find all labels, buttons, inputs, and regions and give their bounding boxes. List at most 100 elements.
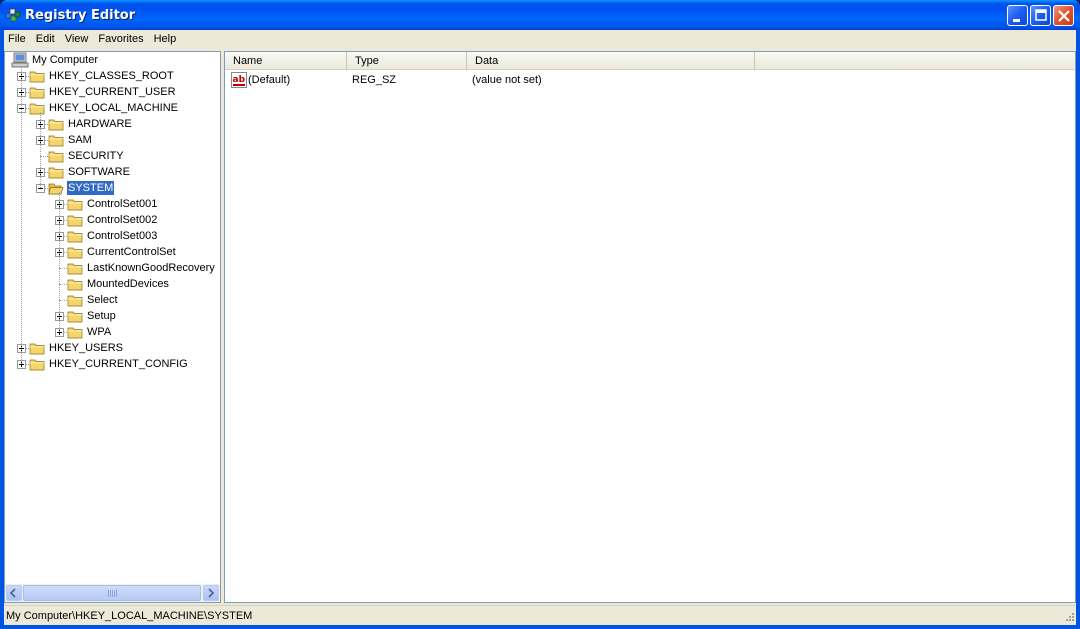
tree-item-label: LastKnownGoodRecovery	[87, 262, 215, 274]
tree-item[interactable]: SOFTWARE	[5, 164, 220, 180]
tree-item[interactable]: Setup	[5, 308, 220, 324]
tree-item-label: HKEY_USERS	[49, 342, 123, 354]
menu-file[interactable]: File	[4, 30, 31, 49]
close-icon	[1058, 10, 1070, 22]
tree-item[interactable]: HKEY_CURRENT_CONFIG	[5, 356, 220, 372]
tree-item[interactable]: HKEY_LOCAL_MACHINE	[5, 100, 220, 116]
column-header-type[interactable]: Type	[347, 52, 467, 70]
tree-item-label: SYSTEM	[67, 181, 115, 195]
tree-rows: My Computer HKEY_CLASSES_ROOT HKEY_CURREN…	[5, 52, 220, 584]
folder-icon	[67, 327, 83, 339]
tree-item[interactable]: MountedDevices	[5, 276, 220, 292]
scroll-left-button[interactable]	[6, 585, 22, 601]
folder-icon	[67, 215, 83, 227]
folder-icon	[67, 263, 83, 275]
tree-item-label: ControlSet001	[87, 198, 158, 210]
tree-connector	[59, 268, 67, 269]
chevron-right-icon	[208, 588, 215, 598]
value-data: (value not set)	[472, 74, 542, 86]
tree-item[interactable]: ControlSet003	[5, 228, 220, 244]
title-bar[interactable]: Registry Editor	[0, 0, 1080, 30]
scroll-thumb[interactable]	[23, 585, 201, 601]
tree-item-label: WPA	[87, 326, 112, 338]
tree-item[interactable]: HKEY_CURRENT_USER	[5, 84, 220, 100]
folder-icon	[67, 231, 83, 243]
folder-icon	[48, 135, 64, 147]
column-header-name[interactable]: Name	[225, 52, 347, 70]
tree-connector	[40, 156, 48, 157]
tree-item-label: SOFTWARE	[68, 166, 130, 178]
tree-item[interactable]: ControlSet001	[5, 196, 220, 212]
client-area: File Edit View Favorites Help My Compute…	[4, 30, 1076, 625]
folder-icon	[67, 199, 83, 211]
chevron-left-icon	[9, 588, 16, 598]
tree-item[interactable]: HKEY_CLASSES_ROOT	[5, 68, 220, 84]
folder-icon	[29, 71, 45, 83]
folder-icon	[67, 279, 83, 291]
registry-editor-window: Registry Editor File Edit View Favorites…	[0, 0, 1080, 629]
tree-root-label: My Computer	[32, 54, 99, 66]
string-value-icon: ab	[231, 72, 247, 88]
tree-item[interactable]: HARDWARE	[5, 116, 220, 132]
window-title: Registry Editor	[25, 8, 136, 23]
svg-text:ab: ab	[233, 75, 246, 85]
folder-icon	[29, 359, 45, 371]
registry-editor-icon	[5, 8, 21, 22]
tree-guide-line	[21, 66, 22, 364]
tree-item-label: SAM	[68, 134, 92, 146]
tree-item-label: SECURITY	[68, 150, 124, 162]
tree-item[interactable]: ControlSet002	[5, 212, 220, 228]
tree-item-label: CurrentControlSet	[87, 246, 176, 258]
tree-item[interactable]: SYSTEM	[5, 180, 220, 196]
status-path: My Computer\HKEY_LOCAL_MACHINE\SYSTEM	[6, 610, 253, 622]
tree-item[interactable]: HKEY_USERS	[5, 340, 220, 356]
tree-item-label: HARDWARE	[68, 118, 132, 130]
grip-icon	[108, 590, 118, 597]
tree-item-label: Setup	[87, 310, 116, 322]
folder-open-icon	[48, 183, 64, 195]
folder-icon	[48, 119, 64, 131]
values-list[interactable]: Name Type Data ab (Default) REG_SZ (valu…	[224, 51, 1076, 603]
my-computer-icon	[11, 52, 29, 68]
column-header-data[interactable]: Data	[467, 52, 755, 70]
folder-icon	[29, 343, 45, 355]
tree-item[interactable]: Select	[5, 292, 220, 308]
tree-item-label: HKEY_CURRENT_USER	[49, 86, 176, 98]
tree-item-label: HKEY_CURRENT_CONFIG	[49, 358, 188, 370]
value-name: (Default)	[248, 74, 291, 86]
menu-bar: File Edit View Favorites Help	[4, 30, 1076, 49]
list-item[interactable]: ab (Default) REG_SZ (value not set)	[229, 72, 1074, 89]
tree-guide-line	[59, 192, 60, 332]
menu-favorites[interactable]: Favorites	[93, 30, 148, 49]
folder-icon	[48, 151, 64, 163]
tree-connector	[59, 284, 67, 285]
menu-edit[interactable]: Edit	[31, 30, 60, 49]
registry-tree[interactable]: My Computer HKEY_CLASSES_ROOT HKEY_CURREN…	[4, 51, 221, 603]
folder-icon	[67, 295, 83, 307]
tree-horizontal-scrollbar[interactable]	[5, 584, 220, 602]
maximize-button[interactable]	[1030, 5, 1051, 26]
status-bar: My Computer\HKEY_LOCAL_MACHINE\SYSTEM	[4, 605, 1076, 625]
menu-help[interactable]: Help	[149, 30, 182, 49]
tree-item-label: ControlSet002	[87, 214, 158, 226]
close-button[interactable]	[1053, 5, 1074, 26]
tree-item[interactable]: LastKnownGoodRecovery	[5, 260, 220, 276]
tree-item-label: HKEY_CLASSES_ROOT	[49, 70, 174, 82]
tree-guide-line	[40, 112, 41, 188]
folder-icon	[29, 103, 45, 115]
scroll-right-button[interactable]	[203, 585, 219, 601]
folder-icon	[48, 167, 64, 179]
tree-item[interactable]: WPA	[5, 324, 220, 340]
folder-icon	[29, 87, 45, 99]
resize-grip-icon[interactable]	[1063, 612, 1074, 623]
tree-item[interactable]: SAM	[5, 132, 220, 148]
tree-item[interactable]: CurrentControlSet	[5, 244, 220, 260]
folder-icon	[67, 311, 83, 323]
tree-item[interactable]: SECURITY	[5, 148, 220, 164]
minimize-button[interactable]	[1007, 5, 1028, 26]
list-header: Name Type Data	[225, 52, 1075, 70]
tree-item-label: HKEY_LOCAL_MACHINE	[49, 102, 178, 114]
value-type: REG_SZ	[352, 74, 397, 86]
maximize-icon	[1035, 9, 1047, 21]
menu-view[interactable]: View	[60, 30, 94, 49]
